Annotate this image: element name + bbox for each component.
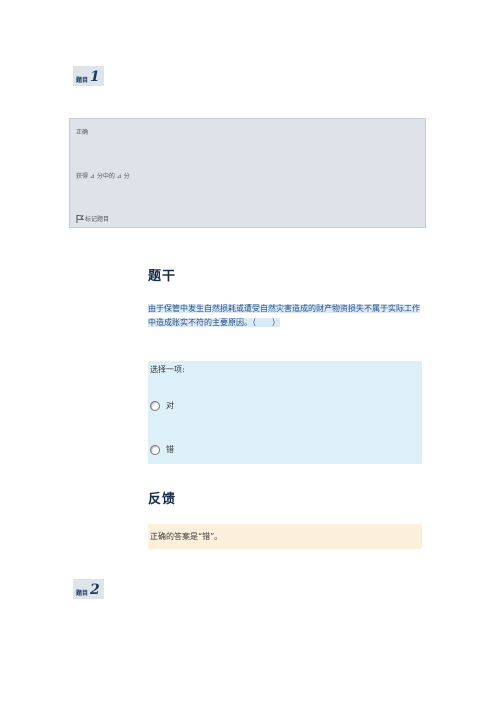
question-1-number: 题目 1 (73, 66, 104, 86)
option-label: 错 (166, 445, 174, 454)
feedback-title: 反馈 (148, 492, 177, 507)
question-number: 1 (90, 69, 100, 85)
feedback-text: 正确的答案是“错”。 (150, 532, 223, 541)
flag-question-link[interactable]: 标记题目 (76, 214, 109, 223)
question-text-content: 由于保管中发生自然损耗或遭受自然灾害造成的财产物资损失不属于实际工作中造成账实不… (148, 304, 420, 327)
answer-option-true[interactable]: 对 (150, 400, 174, 411)
question-2-number: 题目 2 (73, 579, 104, 599)
question-state: 正确 (76, 129, 89, 136)
question-number: 2 (90, 582, 100, 598)
question-label: 题目 (76, 590, 89, 597)
question-grade: 获得 ⊿ 分中的 ⊿ 分 (76, 173, 130, 180)
radio-button[interactable] (150, 444, 160, 455)
answer-prompt: 选择一项: (150, 365, 185, 374)
question-text: 由于保管中发生自然损耗或遭受自然灾害造成的财产物资损失不属于实际工作中造成账实不… (148, 302, 422, 330)
question-info-panel: 正确 获得 ⊿ 分中的 ⊿ 分 标记题目 (69, 118, 426, 228)
question-stem-title: 题干 (148, 269, 177, 284)
radio-button[interactable] (150, 400, 160, 411)
option-label: 对 (166, 401, 174, 410)
feedback-box: 正确的答案是“错”。 (148, 524, 422, 549)
answer-block: 选择一项: (148, 361, 422, 464)
question-label: 题目 (76, 77, 89, 84)
flag-question-label: 标记题目 (85, 216, 110, 223)
flag-icon (76, 214, 84, 223)
answer-option-false[interactable]: 错 (150, 444, 174, 455)
